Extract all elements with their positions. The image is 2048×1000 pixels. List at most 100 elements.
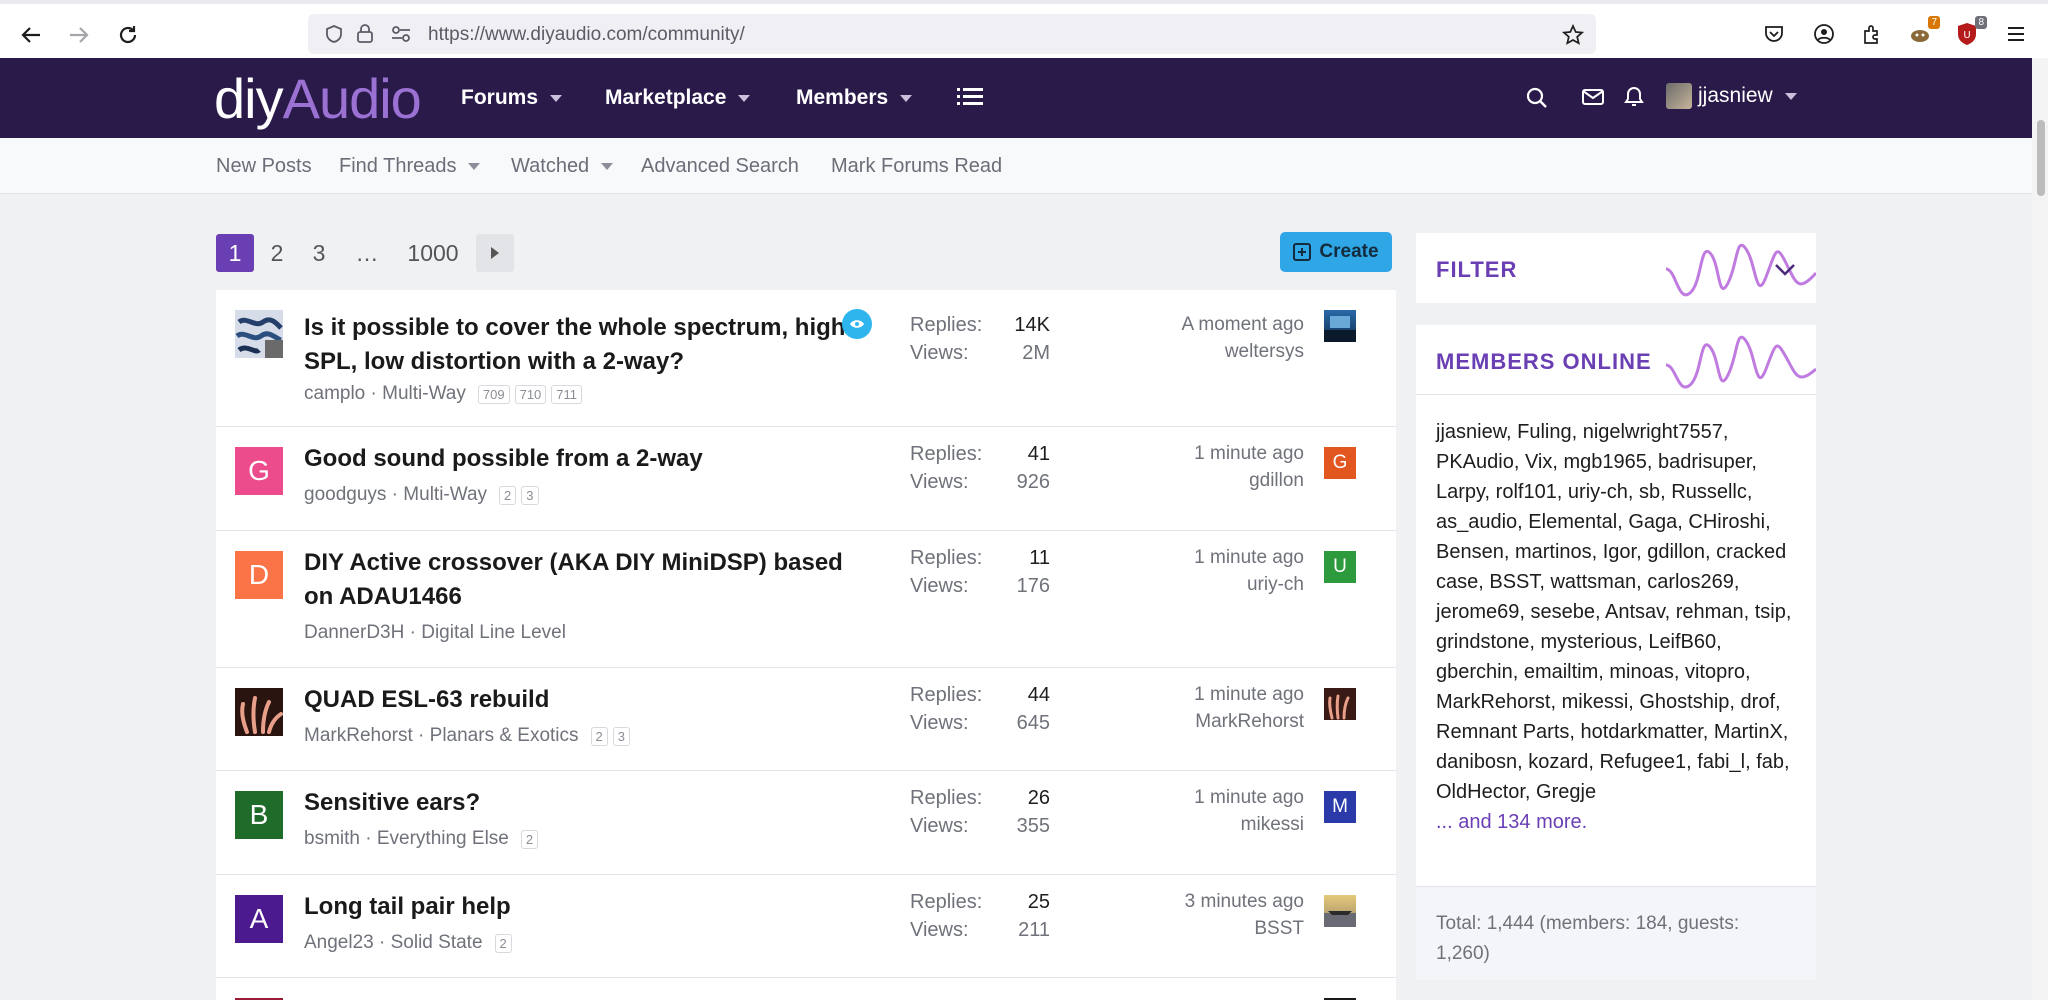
thread-author[interactable]: bsmith bbox=[304, 828, 360, 850]
last-post-time[interactable]: 3 minutes ago bbox=[1185, 891, 1304, 913]
nav-forums[interactable]: Forums bbox=[461, 86, 563, 110]
extension-monkey-icon[interactable]: 7 bbox=[1906, 16, 1940, 48]
thread-author-avatar[interactable]: G bbox=[235, 447, 283, 495]
last-post-user[interactable]: mikessi bbox=[1194, 814, 1304, 836]
watched-eye-icon[interactable] bbox=[842, 309, 872, 339]
last-post-user[interactable]: weltersys bbox=[1181, 341, 1304, 363]
page-2-button[interactable]: 2 bbox=[262, 234, 292, 272]
bookmark-star-icon[interactable] bbox=[1561, 23, 1585, 51]
last-post-time[interactable]: 1 minute ago bbox=[1194, 684, 1304, 706]
subnav-advanced-search[interactable]: Advanced Search bbox=[641, 155, 799, 178]
thread-forum[interactable]: Multi-Way bbox=[382, 383, 466, 405]
thread-page-link[interactable]: 710 bbox=[514, 384, 547, 404]
create-thread-button[interactable]: Create bbox=[1280, 232, 1392, 272]
thread-author[interactable]: camplo bbox=[304, 383, 365, 405]
last-poster-avatar[interactable] bbox=[1324, 688, 1356, 720]
page-scrollbar[interactable] bbox=[2032, 58, 2048, 1000]
last-poster-avatar[interactable]: G bbox=[1324, 447, 1356, 479]
thread-author-avatar[interactable]: B bbox=[235, 791, 283, 839]
last-post-user[interactable]: uriy-ch bbox=[1194, 574, 1304, 596]
last-post-user[interactable]: gdillon bbox=[1194, 470, 1304, 492]
last-post-time[interactable]: 1 minute ago bbox=[1194, 787, 1304, 809]
pocket-icon[interactable] bbox=[1760, 20, 1788, 48]
scrollbar-thumb[interactable] bbox=[2037, 120, 2045, 196]
reload-icon[interactable] bbox=[113, 20, 143, 50]
last-post-time[interactable]: A moment ago bbox=[1181, 314, 1304, 336]
thread-author[interactable]: MarkRehorst bbox=[304, 725, 413, 747]
extensions-icon[interactable] bbox=[1858, 20, 1886, 48]
thread-row[interactable] bbox=[216, 978, 1396, 1000]
account-icon[interactable] bbox=[1810, 20, 1838, 48]
search-icon[interactable] bbox=[1525, 86, 1549, 115]
last-post-time[interactable]: 1 minute ago bbox=[1194, 443, 1304, 465]
thread-author[interactable]: goodguys bbox=[304, 484, 386, 506]
thread-forum[interactable]: Multi-Way bbox=[403, 484, 487, 506]
online-members-list[interactable]: jjasniew, Fuling, nigelwright7557, PKAud… bbox=[1416, 395, 1816, 807]
url-bar[interactable]: https://www.diyaudio.com/community/ bbox=[308, 14, 1596, 54]
thread-author[interactable]: DannerD3H bbox=[304, 622, 404, 644]
forward-icon[interactable] bbox=[64, 20, 94, 50]
thread-page-link[interactable]: 3 bbox=[612, 726, 631, 746]
next-page-button[interactable] bbox=[476, 234, 514, 272]
page-ellipsis[interactable]: … bbox=[350, 234, 384, 272]
last-post-time[interactable]: 1 minute ago bbox=[1194, 547, 1304, 569]
page-3-button[interactable]: 3 bbox=[304, 234, 334, 272]
nav-members[interactable]: Members bbox=[796, 86, 913, 110]
thread-title[interactable]: Is it possible to cover the whole spectr… bbox=[304, 311, 864, 379]
last-poster-avatar[interactable]: U bbox=[1324, 551, 1356, 583]
back-icon[interactable] bbox=[16, 20, 46, 50]
subnav-find-threads[interactable]: Find Threads bbox=[339, 155, 481, 178]
shield-icon[interactable] bbox=[324, 24, 344, 49]
thread-page-link[interactable]: 711 bbox=[551, 384, 583, 404]
last-poster-avatar[interactable] bbox=[1324, 310, 1356, 342]
page-1-button[interactable]: 1 bbox=[216, 234, 254, 272]
thread-row[interactable]: Is it possible to cover the whole spectr… bbox=[216, 290, 1396, 427]
thread-title[interactable]: QUAD ESL-63 rebuild bbox=[304, 683, 864, 717]
last-post-user[interactable]: BSST bbox=[1185, 918, 1304, 940]
thread-row[interactable]: D DIY Active crossover (AKA DIY MiniDSP)… bbox=[216, 531, 1396, 668]
thread-page-link[interactable]: 2 bbox=[520, 829, 539, 849]
list-icon[interactable] bbox=[957, 86, 983, 113]
thread-title[interactable]: DIY Active crossover (AKA DIY MiniDSP) b… bbox=[304, 546, 864, 614]
subnav-watched[interactable]: Watched bbox=[511, 155, 614, 178]
diyaudio-logo[interactable]: diyAudio bbox=[214, 66, 422, 131]
bell-icon[interactable] bbox=[1624, 86, 1644, 113]
page-last-button[interactable]: 1000 bbox=[400, 234, 466, 272]
ublock-icon[interactable]: U 8 bbox=[1953, 16, 1987, 48]
thread-forum[interactable]: Solid State bbox=[391, 932, 483, 954]
thread-author-avatar[interactable] bbox=[235, 310, 283, 358]
thread-title[interactable]: Long tail pair help bbox=[304, 890, 864, 924]
subnav-new-posts[interactable]: New Posts bbox=[216, 155, 312, 178]
subnav-mark-forums-read[interactable]: Mark Forums Read bbox=[831, 155, 1002, 178]
envelope-icon[interactable] bbox=[1582, 88, 1604, 111]
thread-title[interactable]: Sensitive ears? bbox=[304, 786, 864, 820]
chevron-down-icon[interactable] bbox=[1774, 263, 1796, 277]
thread-row[interactable]: A Long tail pair help Angel23 · Solid St… bbox=[216, 875, 1396, 978]
thread-forum[interactable]: Everything Else bbox=[377, 828, 509, 850]
more-members-link[interactable]: ... and 134 more. bbox=[1416, 807, 1816, 837]
thread-forum[interactable]: Planars & Exotics bbox=[430, 725, 579, 747]
thread-page-link[interactable]: 709 bbox=[477, 384, 510, 404]
menu-icon[interactable] bbox=[2002, 20, 2030, 48]
thread-author-avatar[interactable] bbox=[235, 688, 283, 736]
thread-page-link[interactable]: 2 bbox=[590, 726, 608, 746]
thread-row[interactable]: G Good sound possible from a 2-way goodg… bbox=[216, 427, 1396, 531]
last-poster-avatar[interactable]: M bbox=[1324, 791, 1356, 823]
last-post-user[interactable]: MarkRehorst bbox=[1194, 711, 1304, 733]
thread-page-link[interactable]: 2 bbox=[494, 933, 512, 953]
thread-page-link[interactable]: 3 bbox=[521, 485, 539, 505]
thread-author[interactable]: Angel23 bbox=[304, 932, 374, 954]
thread-forum[interactable]: Digital Line Level bbox=[421, 622, 566, 644]
filter-header[interactable]: FILTER bbox=[1416, 233, 1816, 303]
thread-row[interactable]: B Sensitive ears? bsmith · Everything El… bbox=[216, 771, 1396, 875]
thread-page-link[interactable]: 2 bbox=[499, 485, 517, 505]
thread-title[interactable]: Good sound possible from a 2-way bbox=[304, 442, 864, 476]
thread-row[interactable]: QUAD ESL-63 rebuild MarkRehorst · Planar… bbox=[216, 668, 1396, 771]
user-menu[interactable]: jjasniew bbox=[1666, 83, 1797, 109]
last-poster-avatar[interactable] bbox=[1324, 895, 1356, 927]
permissions-icon[interactable] bbox=[390, 24, 412, 49]
nav-marketplace[interactable]: Marketplace bbox=[605, 86, 751, 110]
lock-icon[interactable] bbox=[356, 24, 374, 49]
thread-author-avatar[interactable]: A bbox=[235, 895, 283, 943]
thread-author-avatar[interactable]: D bbox=[235, 551, 283, 599]
